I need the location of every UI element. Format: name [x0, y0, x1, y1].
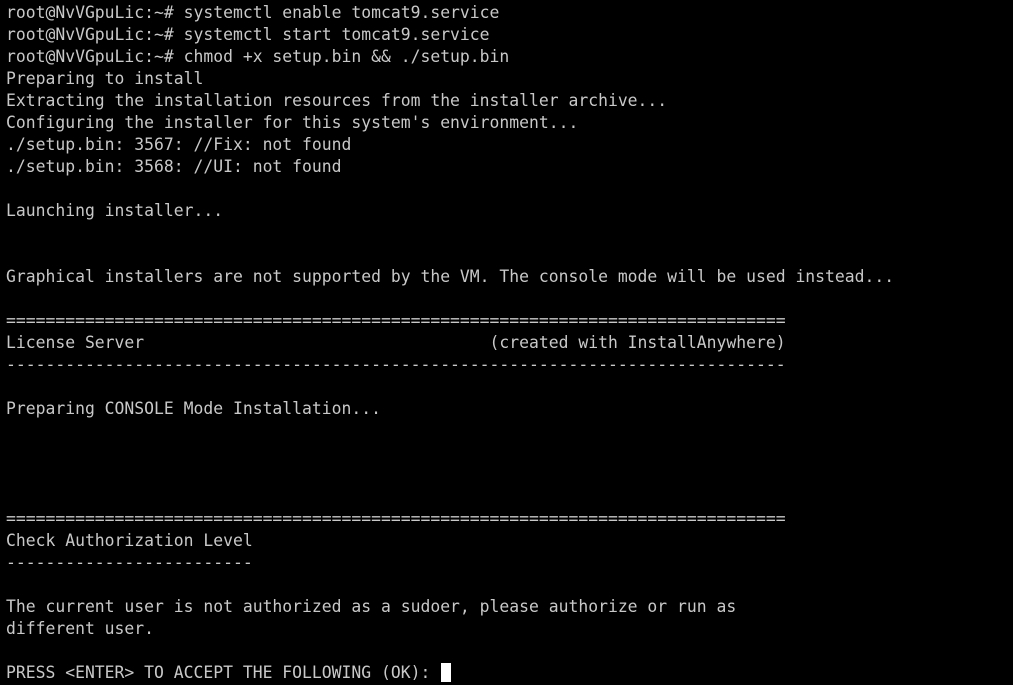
prompt-line[interactable]: PRESS <ENTER> TO ACCEPT THE FOLLOWING (O… — [6, 662, 894, 684]
output-line: Preparing to install — [6, 69, 204, 88]
text-cursor[interactable] — [441, 663, 452, 682]
output-line: Extracting the installation resources fr… — [6, 91, 668, 110]
section-header-license-server: License Server (created with InstallAnyw… — [6, 333, 786, 352]
terminal-window[interactable]: root@NvVGpuLic:~# systemctl enable tomca… — [0, 0, 1013, 685]
command-line: root@NvVGpuLic:~# systemctl enable tomca… — [6, 3, 500, 22]
separator-double: ========================================… — [6, 509, 786, 528]
output-line: Launching installer... — [6, 201, 224, 220]
output-line: Configuring the installer for this syste… — [6, 113, 579, 132]
error-line: ./setup.bin: 3568: //UI: not found — [6, 157, 342, 176]
command-line: root@NvVGpuLic:~# systemctl start tomcat… — [6, 25, 490, 44]
error-line: ./setup.bin: 3567: //Fix: not found — [6, 135, 352, 154]
separator-single: ------------------------- — [6, 553, 253, 572]
separator-double: ========================================… — [6, 311, 786, 330]
output-line: Preparing CONSOLE Mode Installation... — [6, 399, 381, 418]
output-line: different user. — [6, 619, 155, 638]
command-line: root@NvVGpuLic:~# chmod +x setup.bin && … — [6, 47, 510, 66]
prompt-text: PRESS <ENTER> TO ACCEPT THE FOLLOWING (O… — [6, 663, 441, 682]
output-line: The current user is not authorized as a … — [6, 597, 737, 616]
output-line: Graphical installers are not supported b… — [6, 267, 895, 286]
terminal-output: root@NvVGpuLic:~# systemctl enable tomca… — [6, 2, 894, 684]
section-header-check-authorization: Check Authorization Level — [6, 531, 253, 550]
separator-single: ----------------------------------------… — [6, 355, 786, 374]
